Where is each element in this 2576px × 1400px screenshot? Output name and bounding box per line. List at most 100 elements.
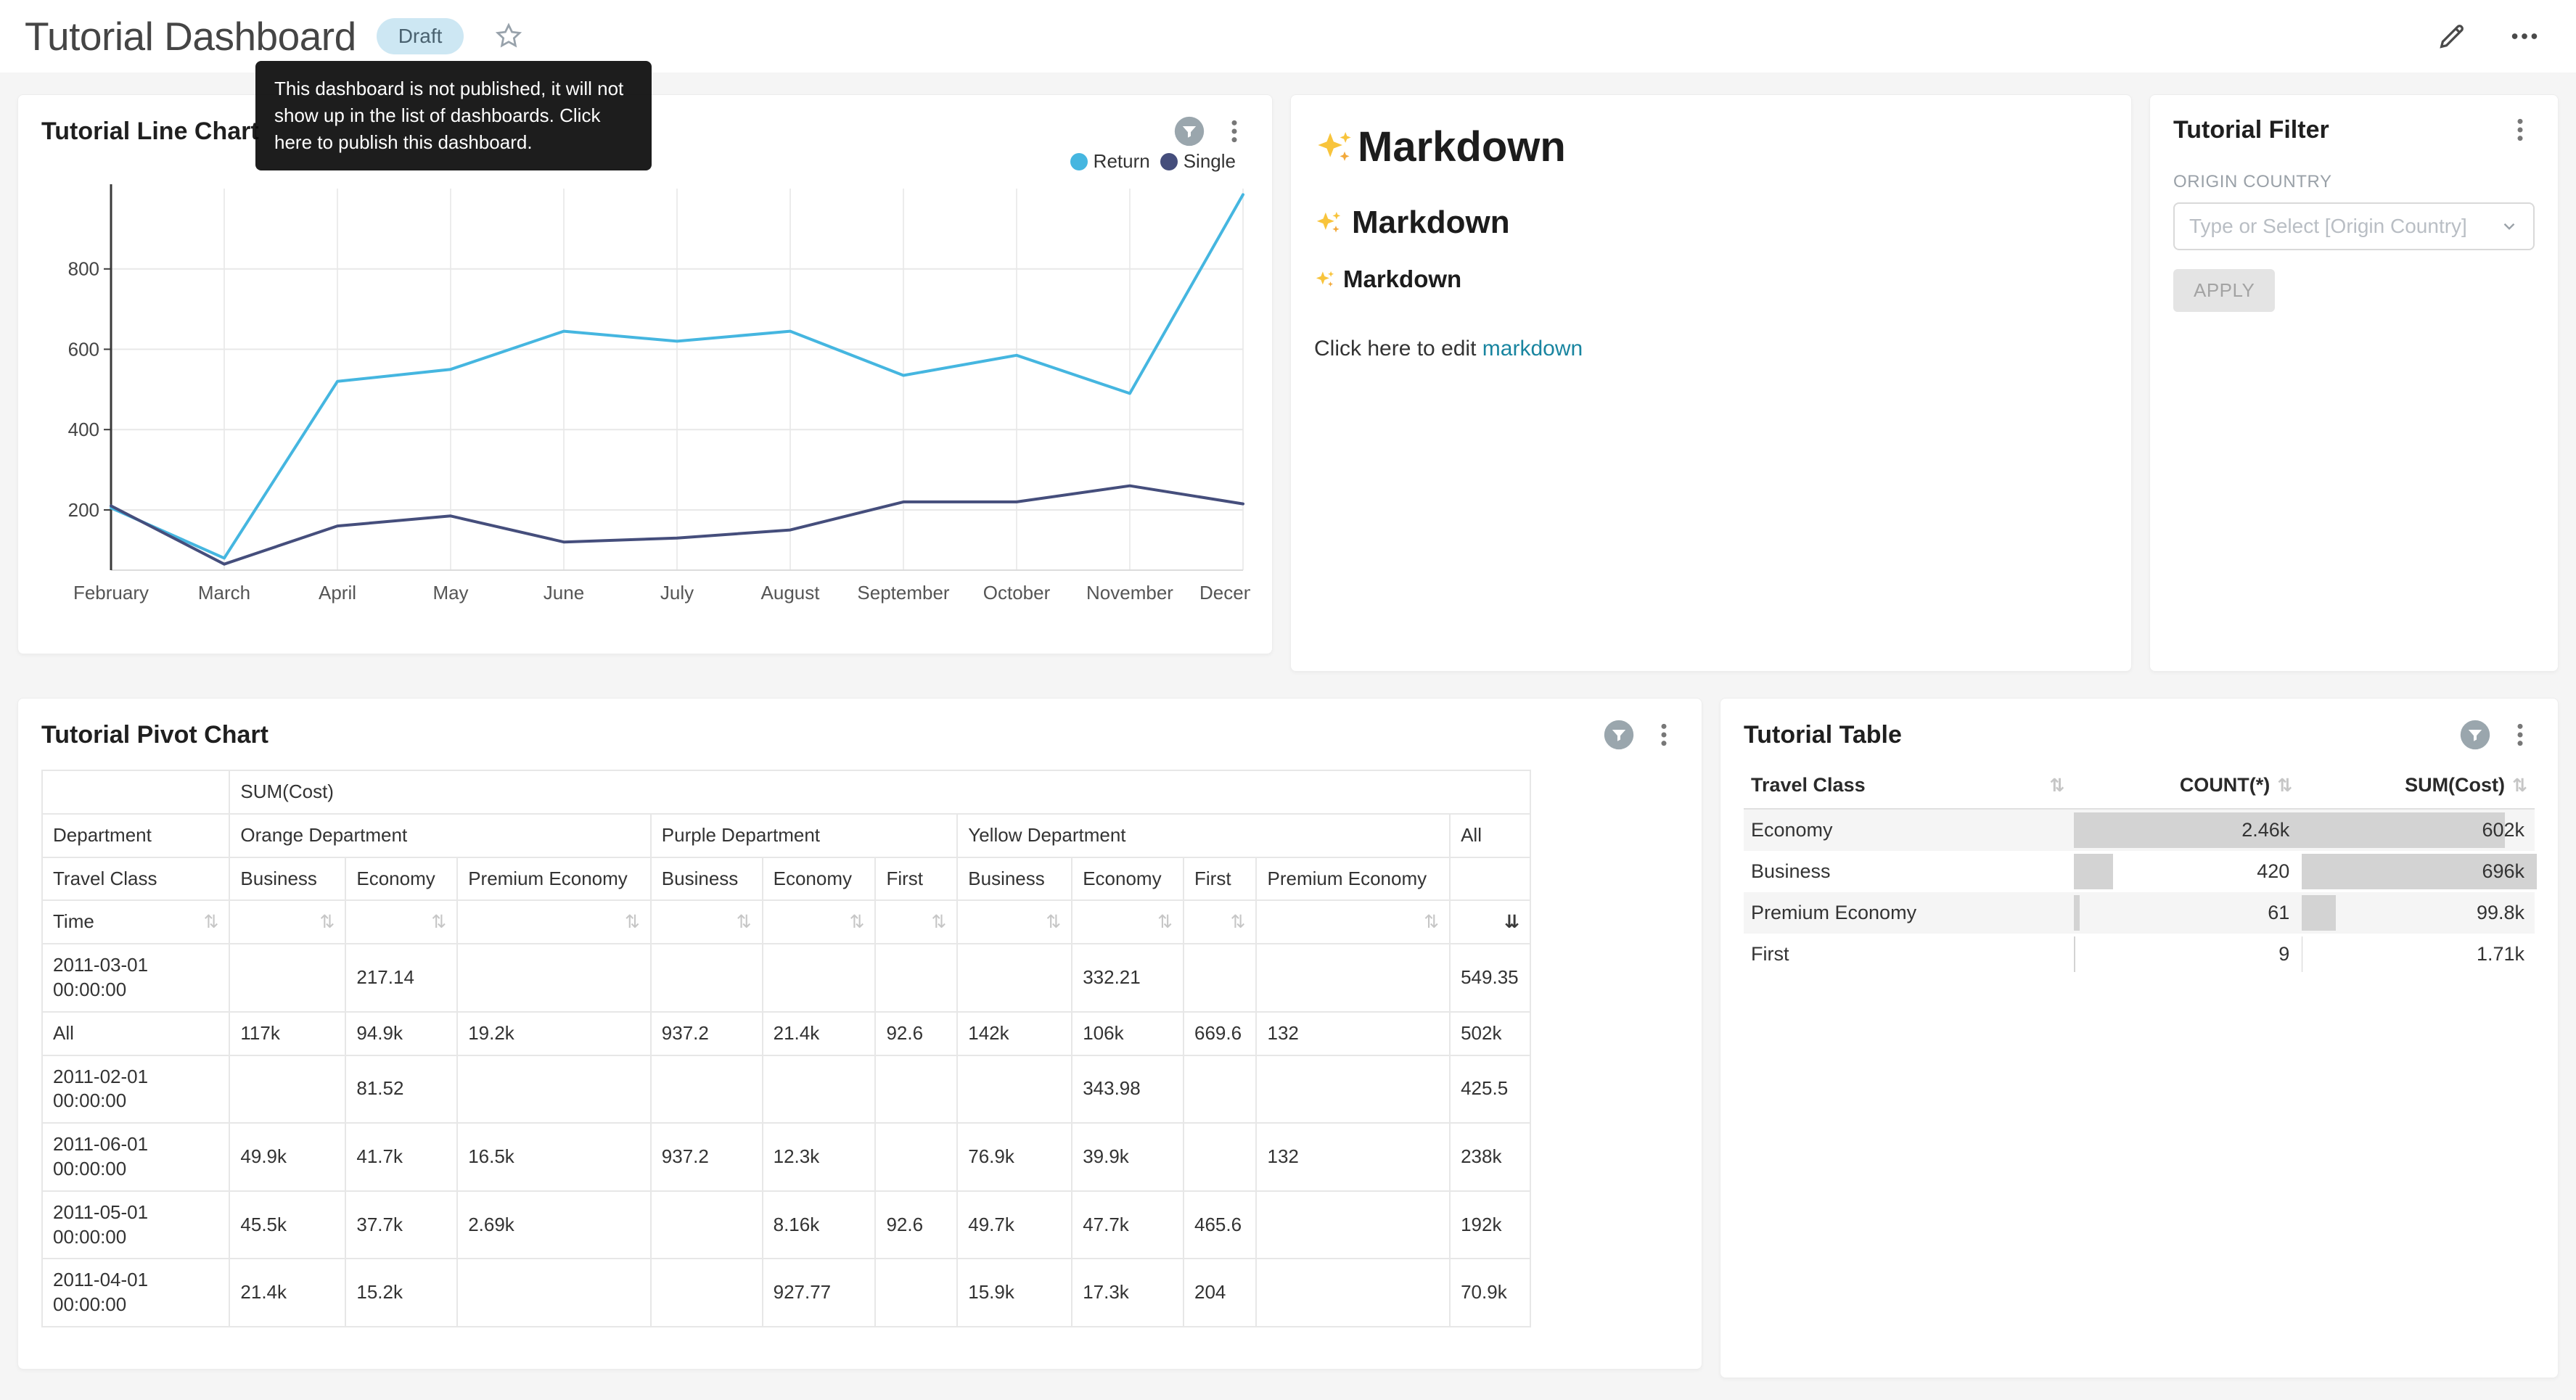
pivot-cell: 2.69k [457, 1191, 651, 1259]
pivot-cell: 41.7k [345, 1123, 457, 1191]
pivot-cell: 502k [1450, 1012, 1530, 1055]
pivot-cell: 16.5k [457, 1123, 651, 1191]
edit-pencil-icon[interactable] [2435, 20, 2469, 53]
pivot-row: All117k94.9k19.2k937.221.4k92.6142k106k6… [42, 1012, 1530, 1055]
dashboard-grid: Tutorial Line Chart ReturnSingle 2004006… [0, 73, 2576, 1378]
column-header-sum[interactable]: SUM(Cost)⇅ [2300, 765, 2535, 809]
svg-text:600: 600 [68, 338, 99, 360]
svg-text:December: December [1199, 582, 1250, 604]
pivot-dim-department: Department [42, 814, 229, 857]
sort-icon[interactable]: ⇅ [1231, 910, 1246, 934]
pivot-department-header: All [1450, 814, 1530, 857]
pivot-cell: 425.5 [1450, 1055, 1530, 1124]
pivot-cell [875, 1259, 957, 1327]
pivot-cell: 49.7k [957, 1191, 1072, 1259]
cell-count: 2.46k [2072, 809, 2300, 851]
pivot-cell [875, 1123, 957, 1191]
count-bar [2074, 854, 2112, 889]
pivot-cell: 465.6 [1184, 1191, 1256, 1259]
markdown-h3: Markdown [1314, 265, 2108, 293]
origin-country-select[interactable]: Type or Select [Origin Country] [2173, 202, 2535, 250]
filter-field-label: ORIGIN COUNTRY [2173, 172, 2535, 192]
pivot-department-header: Yellow Department [957, 814, 1450, 857]
legend-dot [1160, 153, 1178, 170]
pivot-dim-travel-class: Travel Class [42, 857, 229, 901]
chevron-down-icon [2500, 217, 2519, 236]
pivot-cell: 937.2 [651, 1123, 763, 1191]
cell-sum: 1.71k [2300, 934, 2535, 975]
sparkles-icon [1314, 127, 1355, 168]
pivot-class-header: Economy [1072, 857, 1184, 901]
svg-text:400: 400 [68, 419, 99, 440]
pivot-cell: 21.4k [229, 1259, 345, 1327]
pivot-row-header: All [42, 1012, 229, 1055]
pivot-cell [1256, 1259, 1450, 1327]
sort-icon[interactable]: ⇅ [1046, 910, 1061, 934]
svg-text:July: July [660, 582, 694, 604]
legend-item[interactable]: Single [1160, 150, 1236, 173]
pivot-cell: 81.52 [345, 1055, 457, 1124]
favorite-star-icon[interactable] [493, 20, 525, 52]
filter-indicator-icon[interactable] [1173, 115, 1205, 147]
svg-text:February: February [73, 582, 149, 604]
table-row: Premium Economy6199.8k [1744, 892, 2535, 934]
pivot-department-header: Orange Department [229, 814, 650, 857]
sort-icon[interactable]: ⇅ [850, 910, 865, 934]
pivot-cell [651, 1191, 763, 1259]
cell-count: 61 [2072, 892, 2300, 934]
sort-icon[interactable]: ⇅ [737, 910, 752, 934]
draft-badge[interactable]: Draft [377, 18, 464, 54]
svg-text:May: May [432, 582, 468, 604]
sort-icon[interactable]: ⇅ [2049, 775, 2064, 796]
legend-item[interactable]: Return [1070, 150, 1150, 173]
pivot-metric-row: SUM(Cost) [42, 770, 1530, 814]
sort-icon[interactable]: ⇅ [931, 910, 946, 934]
pivot-cell: 132 [1256, 1123, 1450, 1191]
sort-icon[interactable]: ⇊ [1504, 910, 1519, 934]
filter-indicator-icon[interactable] [1603, 719, 1635, 751]
sort-icon[interactable]: ⇅ [203, 910, 218, 934]
page-title: Tutorial Dashboard [25, 13, 356, 59]
sort-icon[interactable]: ⇅ [1424, 910, 1439, 934]
sort-icon[interactable]: ⇅ [2277, 775, 2292, 796]
pivot-cell: 12.3k [763, 1123, 876, 1191]
kebab-menu-icon[interactable] [2506, 720, 2535, 749]
pivot-class-header: Business [229, 857, 345, 901]
kebab-menu-icon[interactable] [2506, 115, 2535, 144]
sort-icon[interactable]: ⇅ [319, 910, 335, 934]
pivot-class-header: First [1184, 857, 1256, 901]
sort-icon[interactable]: ⇅ [625, 910, 640, 934]
filter-indicator-icon[interactable] [2459, 719, 2491, 751]
pivot-dim-time: Time [53, 910, 94, 934]
markdown-h2: Markdown [1314, 205, 2108, 241]
pivot-cell [763, 1055, 876, 1124]
markdown-link[interactable]: markdown [1482, 337, 1583, 361]
sort-icon[interactable]: ⇅ [2512, 775, 2527, 796]
more-ellipsis-icon[interactable] [2508, 20, 2541, 53]
sort-icon[interactable]: ⇅ [431, 910, 446, 934]
pivot-row-header: 2011-03-01 00:00:00 [42, 944, 229, 1012]
pivot-cell [1256, 1191, 1450, 1259]
pivot-row-header: 2011-06-01 00:00:00 [42, 1123, 229, 1191]
svg-text:March: March [198, 582, 250, 604]
pivot-cell: 217.14 [345, 944, 457, 1012]
kebab-menu-icon[interactable] [1649, 720, 1678, 749]
sort-icon[interactable]: ⇅ [1157, 910, 1173, 934]
pivot-class-header: Premium Economy [457, 857, 651, 901]
legend-dot [1070, 153, 1088, 170]
column-header-count[interactable]: COUNT(*)⇅ [2072, 765, 2300, 809]
filter-card-title: Tutorial Filter [2173, 116, 2329, 144]
cell-travel-class: First [1744, 934, 2072, 975]
pivot-cell: 15.2k [345, 1259, 457, 1327]
pivot-row: 2011-05-01 00:00:0045.5k37.7k2.69k8.16k9… [42, 1191, 1530, 1259]
column-header-travel-class[interactable]: Travel Class⇅ [1744, 765, 2072, 809]
svg-text:August: August [761, 582, 821, 604]
pivot-cell: 343.98 [1072, 1055, 1184, 1124]
kebab-menu-icon[interactable] [1220, 117, 1249, 146]
sparkles-icon [1314, 208, 1343, 237]
pivot-row: 2011-04-01 00:00:0021.4k15.2k927.7715.9k… [42, 1259, 1530, 1327]
apply-button[interactable]: APPLY [2173, 269, 2275, 312]
pivot-department-row: DepartmentOrange DepartmentPurple Depart… [42, 814, 1530, 857]
pivot-cell: 15.9k [957, 1259, 1072, 1327]
pivot-cell: 669.6 [1184, 1012, 1256, 1055]
